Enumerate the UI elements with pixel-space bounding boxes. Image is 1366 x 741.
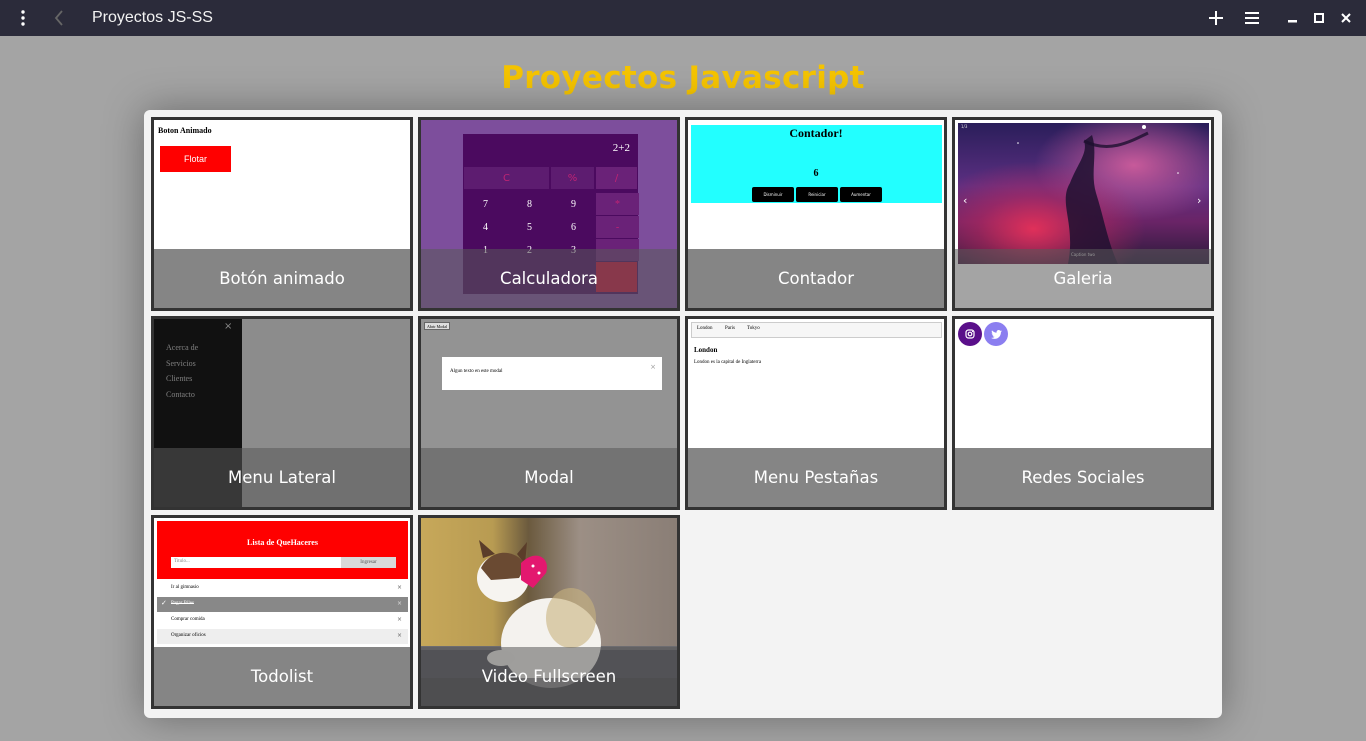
card-label: Calculadora [421, 249, 677, 308]
project-card-todolist[interactable]: Lista de QueHaceres Titulo... Ingresar I… [151, 515, 413, 709]
todo-delete-icon: × [396, 616, 402, 623]
project-card-menu-lateral[interactable]: × Acerca de Servicios Clientes Contacto … [151, 316, 413, 510]
tab-paris: Paris [725, 326, 735, 331]
card-label: Galeria [955, 249, 1211, 308]
card-label: Menu Lateral [154, 448, 410, 507]
card-label: Todolist [154, 647, 410, 706]
contador-heading: Contador! [789, 126, 843, 140]
contador-btn-reiniciar: Reiniciar [796, 187, 838, 202]
contador-btn-disminuir: Disminuir [752, 187, 794, 202]
page-title: Proyectos Javascript [501, 60, 865, 96]
todo-item-text: Comprar comida [171, 617, 205, 622]
todo-input-placeholder: Titulo... [174, 559, 190, 564]
galeria-image [958, 123, 1209, 264]
modal-close-icon: × [650, 363, 656, 371]
todo-item-text: Ir al gimnasio [171, 585, 199, 590]
todo-delete-icon: × [396, 632, 402, 639]
project-card-redes-sociales[interactable]: Redes Sociales [952, 316, 1214, 510]
tab-content-heading: London [694, 346, 718, 354]
project-card-video-fullscreen[interactable]: Video Fullscreen [418, 515, 680, 709]
side-menu-item: Servicios [166, 359, 196, 368]
back-arrow-icon[interactable] [48, 0, 70, 36]
plus-icon[interactable] [1204, 0, 1228, 36]
galeria-counter: 1/3 [961, 124, 968, 129]
todo-input: Titulo... [171, 557, 341, 568]
galeria-prev-icon: ‹ [963, 194, 968, 207]
todo-delete-icon: × [396, 600, 402, 607]
card-label: Video Fullscreen [421, 647, 677, 706]
side-menu-item: Clientes [166, 374, 193, 383]
calc-key: 5 [508, 216, 551, 238]
preview-float-button: Flotar [160, 146, 231, 172]
twitter-icon [984, 322, 1008, 346]
modal-text: Algun texto en este modal [450, 369, 503, 374]
hamburger-menu-icon[interactable] [1240, 0, 1264, 36]
side-menu-item: Contacto [166, 390, 195, 399]
todo-add-button: Ingresar [341, 557, 396, 568]
kebab-menu-icon[interactable] [12, 0, 34, 36]
card-label: Modal [421, 448, 677, 507]
calc-key: - [596, 216, 639, 238]
check-icon: ✓ [161, 599, 167, 607]
calc-key: 6 [552, 216, 595, 238]
card-label: Redes Sociales [955, 448, 1211, 507]
tab-london: London [697, 326, 713, 331]
side-menu-item: Acerca de [166, 343, 199, 352]
calc-display: 2+2 [612, 142, 630, 154]
todo-item: Ir al gimnasio × [157, 581, 408, 596]
card-label: Contador [688, 249, 944, 308]
calc-op-c: C [464, 167, 549, 189]
todo-item-text: Pagar Biles [171, 601, 194, 606]
minimize-icon[interactable] [1282, 0, 1302, 36]
contador-btn-aumentar: Aumentar [840, 187, 882, 202]
card-label: Menu Pestañas [688, 448, 944, 507]
todo-item: Comprar comida × [157, 613, 408, 628]
project-card-galeria[interactable]: 1/3 ‹ › Caption two Galeria [952, 117, 1214, 311]
todo-header: Lista de QueHaceres Titulo... Ingresar [157, 521, 408, 579]
tabs-bar: London Paris Tokyo [691, 322, 942, 338]
todo-heading: Lista de QueHaceres [247, 538, 318, 547]
contador-value: 6 [813, 168, 819, 179]
todo-item-text: Organizar oficios [171, 633, 206, 638]
preview-heading: Boton Animado [158, 126, 212, 135]
project-card-menu-pestanas[interactable]: London Paris Tokyo London London es la c… [685, 316, 947, 510]
card-label: Botón animado [154, 249, 410, 308]
tab-tokyo: Tokyo [747, 326, 760, 331]
tab-content-text: London es la capital de Inglaterra [694, 360, 762, 365]
todo-item-checked: ✓ Pagar Biles × [157, 597, 408, 612]
project-card-boton-animado[interactable]: Boton Animado Flotar Botón animado [151, 117, 413, 311]
projects-panel: Boton Animado Flotar Botón animado 2+2 C… [144, 110, 1222, 718]
project-card-contador[interactable]: Contador! 6 Disminuir Reiniciar Aumentar… [685, 117, 947, 311]
close-window-icon[interactable] [1336, 0, 1356, 36]
side-menu-close-icon: × [224, 321, 233, 332]
todo-item: Organizar oficios × [157, 629, 408, 644]
modal-dialog: Algun texto en este modal × [442, 357, 662, 390]
maximize-icon[interactable] [1309, 0, 1329, 36]
calc-key: 9 [552, 193, 595, 215]
window-title: Proyectos JS-SS [92, 9, 213, 26]
calc-key: * [596, 193, 639, 215]
todo-delete-icon: × [396, 584, 402, 591]
instagram-icon [958, 322, 982, 346]
project-card-calculadora[interactable]: 2+2 C % / 789*456-123 Calculadora [418, 117, 680, 311]
project-card-modal[interactable]: Abrir Modal Algun texto en este modal × … [418, 316, 680, 510]
calc-op-div: / [596, 167, 637, 189]
calc-key: 7 [464, 193, 507, 215]
calc-op-percent: % [551, 167, 594, 189]
title-bar: Proyectos JS-SS [0, 0, 1366, 36]
galeria-next-icon: › [1197, 194, 1202, 207]
calc-key: 8 [508, 193, 551, 215]
modal-open-button: Abrir Modal [424, 322, 451, 330]
calc-key: 4 [464, 216, 507, 238]
